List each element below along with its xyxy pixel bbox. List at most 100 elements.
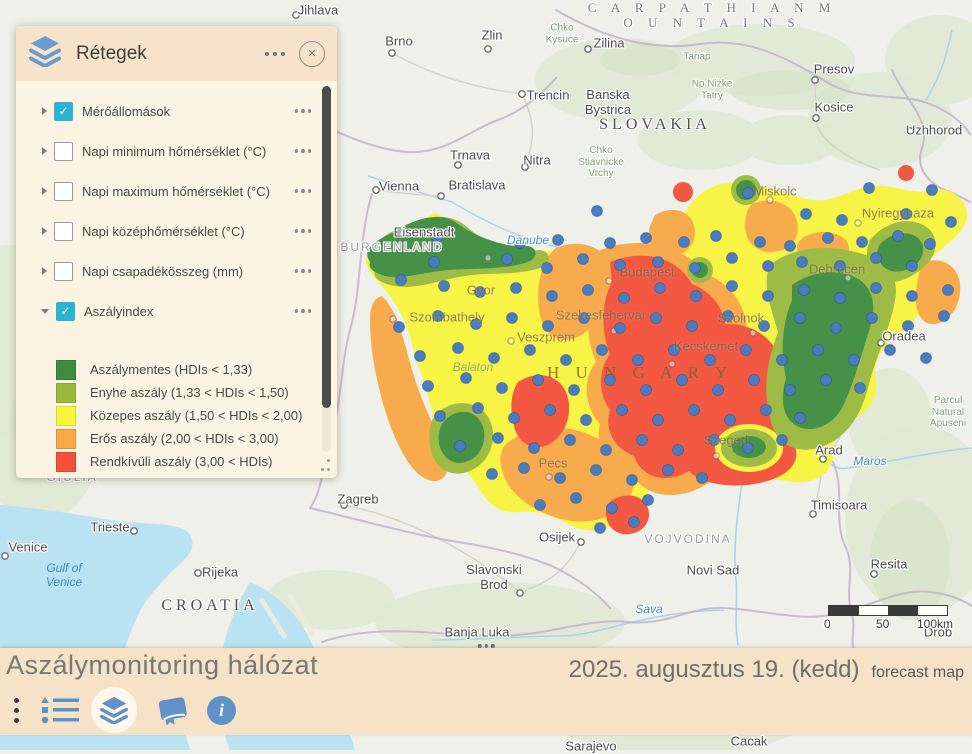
layer-menu-button[interactable] bbox=[291, 185, 316, 197]
layer-row[interactable]: Napi középhőmérséklet (°C) bbox=[16, 211, 317, 251]
station-dot[interactable] bbox=[705, 355, 716, 366]
layer-checkbox[interactable] bbox=[54, 142, 73, 161]
station-dot[interactable] bbox=[473, 403, 484, 414]
station-dot[interactable] bbox=[691, 291, 702, 302]
station-dot[interactable] bbox=[396, 275, 407, 286]
station-dot[interactable] bbox=[615, 323, 626, 334]
station-dot[interactable] bbox=[591, 465, 602, 476]
station-dot[interactable] bbox=[489, 353, 500, 364]
station-dot[interactable] bbox=[571, 493, 582, 504]
station-dot[interactable] bbox=[663, 465, 674, 476]
station-dot[interactable] bbox=[617, 405, 628, 416]
station-dot[interactable] bbox=[939, 311, 950, 322]
station-dot[interactable] bbox=[864, 183, 875, 194]
station-dot[interactable] bbox=[893, 231, 904, 242]
station-dot[interactable] bbox=[529, 443, 540, 454]
bookmarks-button[interactable] bbox=[155, 695, 189, 725]
station-dot[interactable] bbox=[605, 375, 616, 386]
station-dot[interactable] bbox=[592, 206, 603, 217]
station-dot[interactable] bbox=[943, 285, 954, 296]
station-dot[interactable] bbox=[835, 261, 846, 272]
expander-icon[interactable] bbox=[42, 187, 47, 195]
station-dot[interactable] bbox=[471, 319, 482, 330]
station-dot[interactable] bbox=[867, 313, 878, 324]
station-dot[interactable] bbox=[785, 241, 796, 252]
station-dot[interactable] bbox=[542, 263, 553, 274]
station-dot[interactable] bbox=[837, 215, 848, 226]
layer-menu-button[interactable] bbox=[291, 225, 316, 237]
station-dot[interactable] bbox=[615, 260, 626, 271]
station-dot[interactable] bbox=[946, 217, 957, 228]
station-dot[interactable] bbox=[627, 475, 638, 486]
layer-row[interactable]: ✓Mérőállomások bbox=[16, 91, 317, 131]
station-dot[interactable] bbox=[637, 435, 648, 446]
station-dot[interactable] bbox=[629, 517, 640, 528]
panel-close-button[interactable]: ✕ bbox=[299, 41, 325, 67]
station-dot[interactable] bbox=[583, 285, 594, 296]
station-dot[interactable] bbox=[455, 441, 466, 452]
station-dot[interactable] bbox=[759, 321, 770, 332]
station-dot[interactable] bbox=[921, 353, 932, 364]
station-dot[interactable] bbox=[749, 375, 760, 386]
station-dot[interactable] bbox=[487, 469, 498, 480]
station-dot[interactable] bbox=[601, 445, 612, 456]
station-dot[interactable] bbox=[543, 321, 554, 332]
station-dot[interactable] bbox=[885, 345, 896, 356]
station-dot[interactable] bbox=[925, 239, 936, 250]
station-dot[interactable] bbox=[795, 313, 806, 324]
station-dot[interactable] bbox=[743, 188, 754, 199]
station-dot[interactable] bbox=[641, 385, 652, 396]
station-dot[interactable] bbox=[797, 257, 808, 268]
station-dot[interactable] bbox=[857, 237, 868, 248]
station-dot[interactable] bbox=[651, 313, 662, 324]
station-dot[interactable] bbox=[689, 405, 700, 416]
station-dot[interactable] bbox=[502, 254, 513, 265]
bar-drag-handle[interactable] bbox=[475, 641, 498, 651]
station-dot[interactable] bbox=[669, 345, 680, 356]
station-dot[interactable] bbox=[741, 345, 752, 356]
layer-menu-button[interactable] bbox=[291, 145, 316, 157]
station-dot[interactable] bbox=[907, 291, 918, 302]
station-dot[interactable] bbox=[619, 293, 630, 304]
station-dot[interactable] bbox=[415, 351, 426, 362]
station-dot[interactable] bbox=[579, 313, 590, 324]
station-dot[interactable] bbox=[535, 500, 546, 511]
station-dot[interactable] bbox=[555, 473, 566, 484]
station-dot[interactable] bbox=[507, 313, 518, 324]
station-dot[interactable] bbox=[569, 385, 580, 396]
station-dot[interactable] bbox=[433, 311, 444, 322]
station-dot[interactable] bbox=[673, 445, 684, 456]
scrollbar-thumb[interactable] bbox=[322, 86, 331, 408]
station-dot[interactable] bbox=[679, 237, 690, 248]
station-dot[interactable] bbox=[533, 375, 544, 386]
station-dot[interactable] bbox=[690, 263, 701, 274]
station-dot[interactable] bbox=[835, 293, 846, 304]
layer-row[interactable]: ✓Aszályindex bbox=[16, 291, 317, 331]
overflow-menu-icon[interactable] bbox=[10, 694, 23, 727]
station-dot[interactable] bbox=[565, 435, 576, 446]
layer-menu-button[interactable] bbox=[291, 305, 316, 317]
layer-menu-button[interactable] bbox=[291, 265, 316, 277]
layers-panel-header[interactable]: Rétegek ✕ bbox=[16, 26, 337, 81]
info-button[interactable]: i bbox=[207, 696, 236, 725]
expander-icon[interactable] bbox=[41, 309, 49, 314]
station-dot[interactable] bbox=[855, 383, 866, 394]
station-dot[interactable] bbox=[763, 291, 774, 302]
station-dot[interactable] bbox=[801, 209, 812, 220]
station-dot[interactable] bbox=[633, 355, 644, 366]
station-dot[interactable] bbox=[761, 405, 772, 416]
station-dot[interactable] bbox=[777, 435, 788, 446]
station-dot[interactable] bbox=[813, 345, 824, 356]
station-dot[interactable] bbox=[821, 375, 832, 386]
layer-row[interactable]: Napi minimum hőmérséklet (°C) bbox=[16, 131, 317, 171]
station-dot[interactable] bbox=[795, 413, 806, 424]
station-dot[interactable] bbox=[605, 238, 616, 249]
station-dot[interactable] bbox=[439, 281, 450, 292]
panel-resize-handle[interactable] bbox=[318, 459, 330, 471]
station-dot[interactable] bbox=[709, 435, 720, 446]
layer-checkbox[interactable] bbox=[54, 182, 73, 201]
station-dot[interactable] bbox=[711, 231, 722, 242]
station-dot[interactable] bbox=[755, 237, 766, 248]
station-dot[interactable] bbox=[607, 503, 618, 514]
panel-scrollbar[interactable] bbox=[322, 86, 331, 452]
